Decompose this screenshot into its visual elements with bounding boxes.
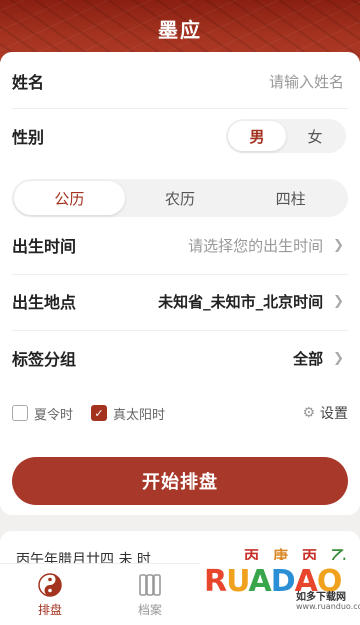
name-row[interactable]: 姓名 请输入姓名	[0, 64, 360, 98]
watermark-url: www.ruanduo.com	[296, 602, 360, 611]
name-label: 姓名	[12, 73, 45, 92]
birth-place-row[interactable]: 出生地点 未知省_未知市_北京时间 ❯	[0, 284, 360, 318]
app-title: 墨应	[158, 18, 202, 42]
birth-place-picker[interactable]: 未知省_未知市_北京时间 ❯	[158, 291, 344, 312]
daylight-saving-checkbox[interactable]: 夏令时	[12, 404, 73, 423]
yin-yang-icon	[37, 572, 63, 598]
tab-archive[interactable]: 档案	[100, 564, 200, 625]
birth-time-placeholder: 请选择您的出生时间	[188, 236, 324, 255]
chevron-right-icon: ❯	[333, 237, 344, 253]
start-chart-button[interactable]: 开始排盘	[12, 457, 348, 505]
checkmark-icon[interactable]: ✓	[91, 405, 108, 421]
birth-time-label: 出生时间	[12, 237, 77, 256]
settings-label: 设置	[320, 406, 348, 422]
tag-group-value: 全部	[293, 349, 324, 368]
tag-group-picker[interactable]: 全部 ❯	[293, 348, 344, 369]
gender-toggle[interactable]: 男 女	[226, 119, 346, 153]
options-row: 夏令时 ✓ 真太阳时 ⚙ 设置	[12, 402, 348, 424]
name-input[interactable]: 请输入姓名	[269, 71, 344, 92]
divider	[12, 274, 348, 275]
gender-male-option[interactable]: 男	[228, 121, 286, 151]
checkbox-box[interactable]	[12, 405, 28, 421]
true-solar-time-checkbox[interactable]: ✓ 真太阳时	[91, 404, 165, 423]
gender-label: 性别	[12, 128, 45, 147]
tag-group-label: 标签分组	[12, 350, 77, 369]
divider	[12, 108, 348, 109]
birth-time-picker[interactable]: 请选择您的出生时间 ❯	[188, 235, 344, 256]
gear-icon: ⚙	[302, 405, 315, 421]
watermark-logo: RUADAO 如多下载网 www.ruanduo.com	[200, 560, 360, 625]
form-card: 姓名 请输入姓名 性别 男 女 公历 农历 四柱 出生时间 请选择您的出生时间 …	[0, 52, 360, 515]
tab-chart[interactable]: 排盘	[0, 564, 100, 625]
birth-place-value: 未知省_未知市_北京时间	[158, 292, 324, 311]
tab-four-pillars[interactable]: 四柱	[235, 181, 346, 215]
calendar-tabs: 公历 农历 四柱	[12, 179, 348, 217]
birth-place-label: 出生地点	[12, 293, 77, 312]
archive-icon	[137, 572, 163, 598]
divider	[12, 330, 348, 331]
birth-time-row[interactable]: 出生时间 请选择您的出生时间 ❯	[0, 228, 360, 262]
daylight-saving-label: 夏令时	[34, 407, 74, 423]
gender-female-option[interactable]: 女	[286, 121, 344, 151]
tab-archive-label: 档案	[137, 603, 162, 617]
chevron-right-icon: ❯	[333, 350, 344, 366]
settings-button[interactable]: ⚙ 设置	[302, 403, 348, 423]
watermark-cn: 如多下载网	[296, 592, 346, 603]
tab-lunar[interactable]: 农历	[125, 181, 236, 215]
chevron-right-icon: ❯	[333, 293, 344, 309]
true-solar-time-label: 真太阳时	[113, 407, 166, 423]
tab-gregorian[interactable]: 公历	[14, 181, 125, 215]
tag-group-row[interactable]: 标签分组 全部 ❯	[0, 341, 360, 375]
gender-row: 性别 男 女	[0, 118, 360, 154]
bottom-tab-bar: 排盘 档案	[0, 563, 200, 625]
tab-chart-label: 排盘	[37, 603, 62, 617]
